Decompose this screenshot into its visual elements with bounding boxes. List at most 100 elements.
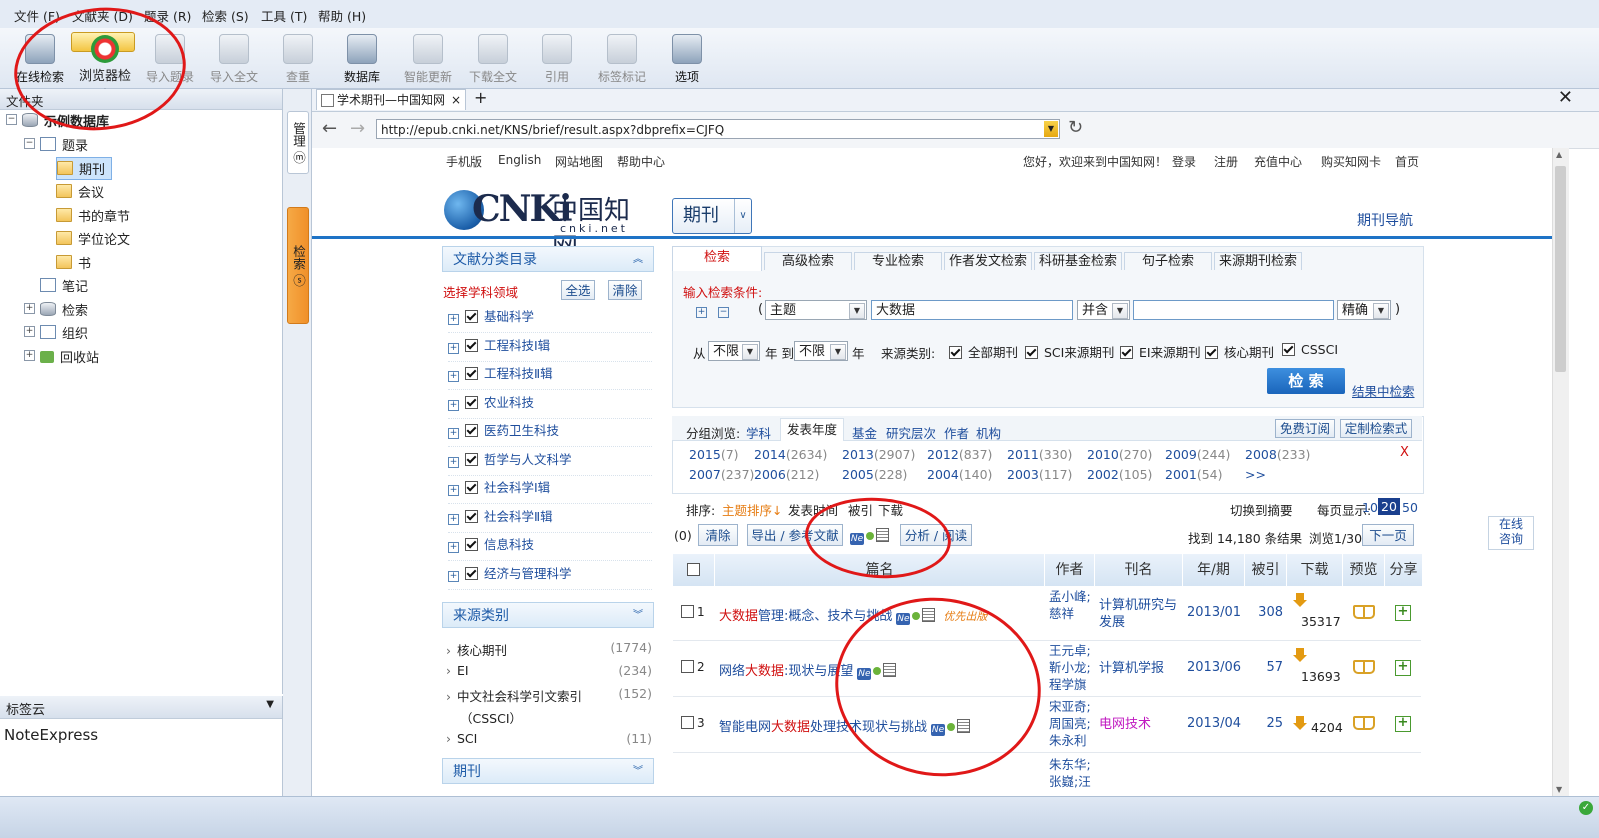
author-names[interactable]: 王元卓; 靳小龙; 程学旗 [1049,642,1091,693]
year-item[interactable]: 2010(270) [1087,447,1152,462]
noteexpress-icon[interactable]: Ne [896,613,911,625]
cited-count[interactable]: 25 [1249,716,1283,731]
scroll-up-icon[interactable]: ▲ [1556,150,1562,159]
tab-fund-search[interactable]: 科研基金检索 [1034,252,1122,270]
download-cell[interactable]: 13693 [1293,648,1341,684]
list-icon[interactable] [883,663,897,677]
database-button[interactable]: 数据库 [330,32,394,84]
header-select-all[interactable] [673,554,715,586]
link-help[interactable]: 帮助中心 [617,153,665,170]
journal-name[interactable]: 计算机学报 [1099,660,1164,677]
row-select[interactable]: 1 [681,605,705,619]
row-select[interactable]: 2 [681,660,705,674]
browser-tab[interactable]: 学术期刊—中国知网 × [316,89,466,110]
source-item[interactable]: › 核心期刊 (1774) [446,640,652,659]
expand-icon[interactable]: + [448,371,459,382]
category-item[interactable]: + 哲学与人文科学 [448,449,652,476]
category-checkbox[interactable] [465,452,478,466]
source-option[interactable]: CSSCI [1282,342,1338,357]
group-tab-fund[interactable]: 基金 [852,423,877,442]
year-item[interactable]: 2014(2634) [754,447,827,462]
cite-button[interactable]: 引用 [525,32,589,84]
category-item[interactable]: + 社会科学Ⅱ辑 [448,506,652,533]
options-button[interactable]: 选项 [655,32,719,84]
tab-source-search[interactable]: 来源期刊检索 [1214,252,1302,270]
category-checkbox[interactable] [465,310,478,323]
year-item[interactable]: 2009(244) [1165,447,1230,462]
clear-button[interactable]: 清除 [608,280,642,300]
year-item[interactable]: 2007(237) [689,467,754,482]
tree-item-search[interactable]: + 检索 [24,300,88,319]
year-item[interactable]: 2003(117) [1007,467,1072,482]
duplicate-button[interactable]: 查重 [266,32,330,84]
header-cited[interactable]: 被引 [1245,554,1287,586]
category-label[interactable]: 工程科技Ⅱ辑 [484,366,553,381]
source-option-checkbox[interactable] [1282,343,1295,356]
header-journal[interactable]: 刊名 [1095,554,1183,586]
menu-file[interactable]: 文件 (F) [14,6,60,25]
scroll-down-icon[interactable]: ▼ [1556,785,1562,794]
field-select[interactable]: 主题 ▼ [765,300,867,320]
row-select[interactable]: 3 [681,716,705,730]
category-checkbox[interactable] [465,338,478,352]
tag-button[interactable]: 标签标记 [590,32,654,84]
category-item[interactable]: + 工程科技Ⅰ辑 [448,335,652,362]
tab-search-basic[interactable]: 检索 [672,246,762,271]
expand-down-icon[interactable]: ︾ [633,759,643,785]
author-names[interactable]: 宋亚奇; 周国亮; 朱永利 [1049,698,1091,749]
catalog-header[interactable]: 文献分类目录 ︽ [442,246,654,272]
header-preview[interactable]: 预览 [1343,554,1385,586]
source-header[interactable]: 来源类别 ︾ [442,602,654,628]
menu-refs[interactable]: 题录 (R) [144,6,191,25]
source-option-checkbox[interactable] [1025,346,1038,359]
scroll-thumb[interactable] [1555,166,1566,372]
custom-query-button[interactable]: 定制检索式 [1340,419,1412,438]
category-checkbox[interactable] [465,367,478,380]
row-checkbox[interactable] [681,660,694,673]
expand-icon[interactable]: + [448,456,459,468]
tree-item-trash[interactable]: + 回收站 [24,347,99,366]
year-item[interactable]: 2002(105) [1087,467,1152,482]
close-tab-icon[interactable]: × [451,90,461,110]
tree-item-conference[interactable]: 会议 [56,182,104,201]
tab-advanced-search[interactable]: 高级检索 [764,252,852,270]
expand-icon[interactable]: + [448,342,459,354]
clear-selection-button[interactable]: 清除 [698,524,738,546]
category-checkbox[interactable] [465,481,478,494]
source-option-checkbox[interactable] [949,346,962,359]
source-item[interactable]: › EI (234) [446,663,652,678]
sort-by-relevance[interactable]: 主题排序↓ [722,500,782,519]
tree-item-organize[interactable]: + 组织 [24,323,88,342]
tab-author-search[interactable]: 作者发文检索 [944,252,1032,270]
category-label[interactable]: 基础科学 [484,309,534,324]
tree-item-refs[interactable]: − 题录 [24,135,88,154]
db-select[interactable]: 期刊 ∨ [672,198,752,234]
remove-row-icon[interactable]: − [718,307,729,318]
link-english[interactable]: English [498,153,541,167]
year-item[interactable]: 2015(7) [689,447,739,462]
group-tab-subject[interactable]: 学科 [746,423,771,442]
link-buy-card[interactable]: 购买知网卡 [1321,153,1381,170]
preview-icon[interactable] [1353,660,1375,674]
list-icon[interactable] [922,608,936,622]
journal-header[interactable]: 期刊 ︾ [442,758,654,784]
url-input[interactable]: http://epub.cnki.net/KNS/brief/result.as… [376,119,1060,139]
sort-by-cited[interactable]: 被引 [848,500,873,519]
download-cell[interactable]: 35317 [1293,593,1341,629]
category-label[interactable]: 经济与管理科学 [484,566,572,581]
article-title[interactable]: 网络大数据:现状与展望 Ne [719,660,897,680]
second-keyword-input[interactable] [1133,300,1334,320]
header-share[interactable]: 分享 [1385,554,1423,586]
select-all-checkbox[interactable] [687,563,700,576]
tab-sentence-search[interactable]: 句子检索 [1124,252,1212,270]
header-issue[interactable]: 年/期 [1183,554,1245,586]
expand-icon[interactable]: + [448,314,459,325]
analyze-button[interactable]: 分析 / 阅读 [900,524,972,546]
category-label[interactable]: 社会科学Ⅰ辑 [484,480,550,495]
source-option-checkbox[interactable] [1205,346,1218,359]
dropdown-icon[interactable]: ▼ [266,699,274,710]
tab-manage[interactable]: 管理 ⓜ [287,111,309,175]
expand-icon[interactable]: + [24,350,35,361]
category-item[interactable]: + 农业科技 [448,392,652,419]
add-row-icon[interactable]: + [696,307,707,318]
